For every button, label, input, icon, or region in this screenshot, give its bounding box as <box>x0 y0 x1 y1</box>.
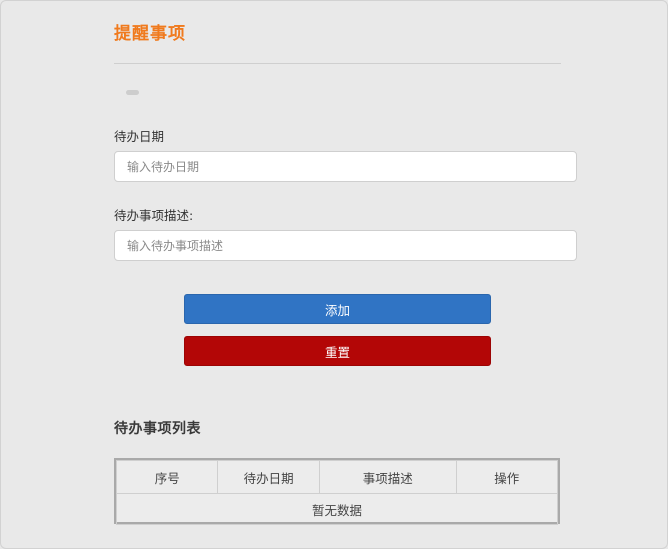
column-header-index: 序号 <box>115 460 219 494</box>
description-input[interactable] <box>114 230 577 261</box>
empty-state-text: 暂无数据 <box>116 493 558 525</box>
reset-button[interactable]: 重置 <box>184 336 491 366</box>
todo-list-title: 待办事项列表 <box>114 421 201 437</box>
todo-table: 序号 待办日期 事项描述 操作 暂无数据 <box>114 458 560 525</box>
description-label: 待办事项描述: <box>114 208 194 223</box>
title-divider <box>114 63 561 64</box>
page-title: 提醒事项 <box>114 24 186 44</box>
empty-row: 暂无数据 <box>116 493 558 525</box>
add-button[interactable]: 添加 <box>184 294 491 324</box>
date-label: 待办日期 <box>114 129 165 144</box>
toggle-indicator <box>126 90 139 95</box>
date-input[interactable] <box>114 151 577 182</box>
column-header-date: 待办日期 <box>217 460 320 494</box>
column-header-description: 事项描述 <box>318 460 457 494</box>
page-frame: 提醒事项 待办日期 待办事项描述: 添加 重置 待办事项列表 序号 待办日期 事… <box>0 0 668 549</box>
column-header-actions: 操作 <box>455 460 559 494</box>
table-header-row: 序号 待办日期 事项描述 操作 <box>115 460 559 494</box>
